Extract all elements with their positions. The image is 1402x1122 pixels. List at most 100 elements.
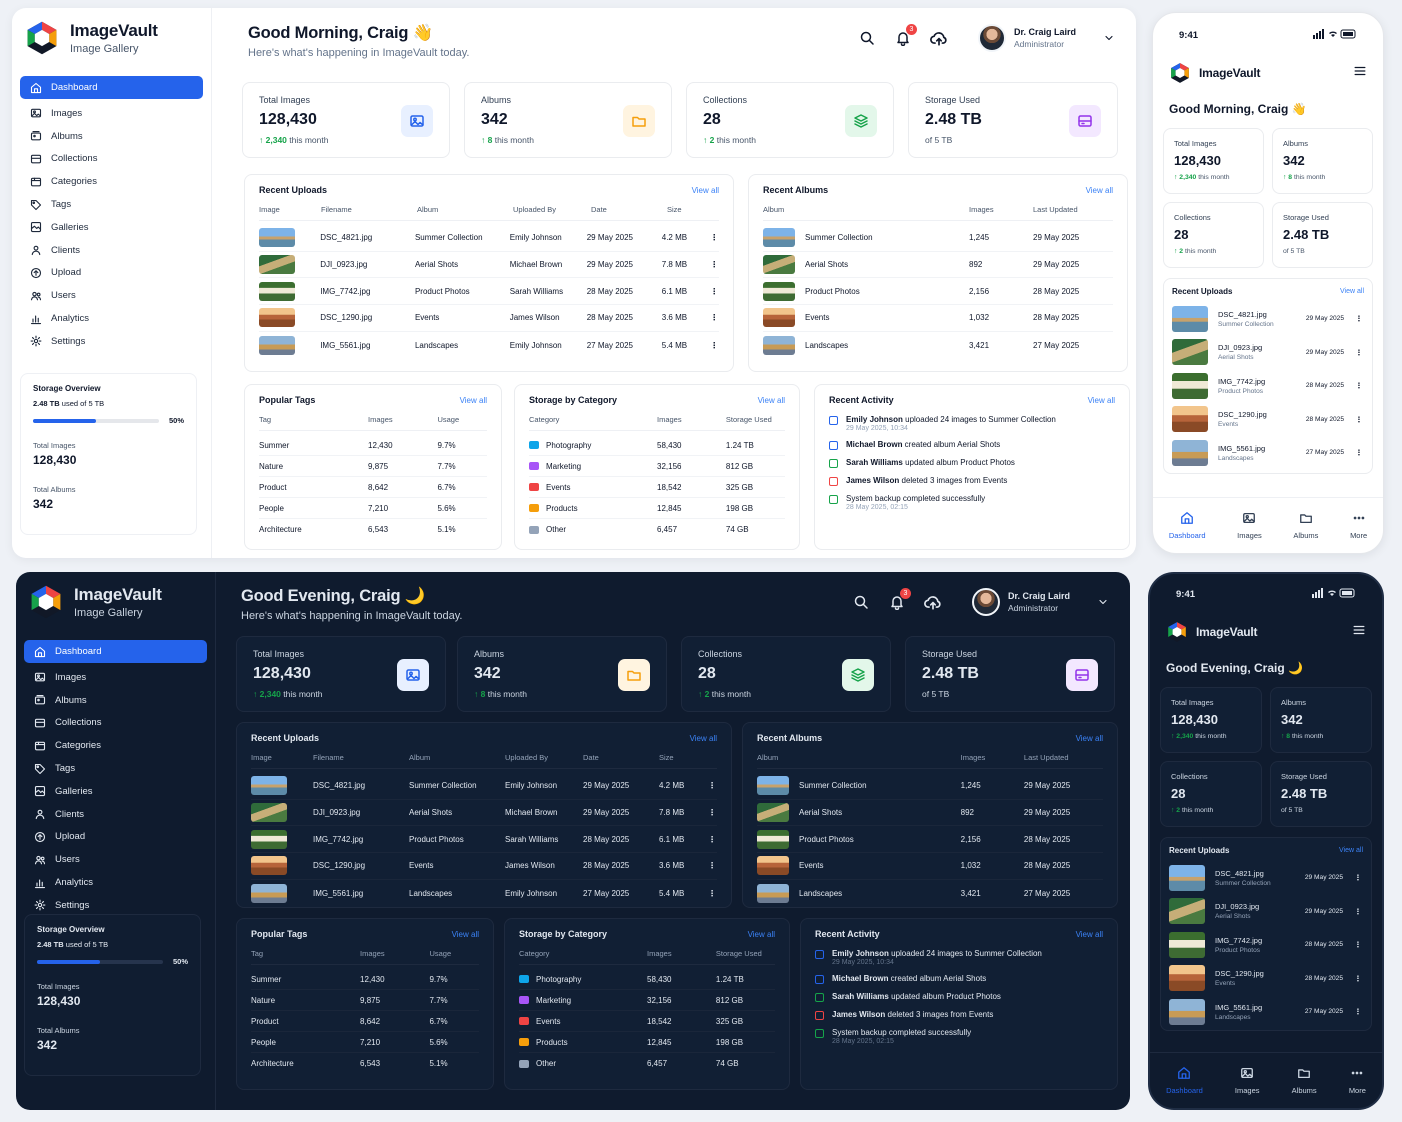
more-vertical-icon[interactable]: ⋮ xyxy=(709,233,719,242)
image-thumbnail[interactable] xyxy=(251,829,287,849)
chevron-down-icon[interactable] xyxy=(1100,29,1118,47)
activity-item[interactable]: James Wilson deleted 3 images from Event… xyxy=(829,476,1115,486)
table-row[interactable]: Marketing 32,156 812 GB xyxy=(529,456,785,477)
cloud-upload-icon[interactable] xyxy=(930,29,948,47)
album-thumbnail[interactable] xyxy=(757,856,789,876)
more-vertical-icon[interactable]: ⋮ xyxy=(1354,348,1364,357)
album-thumbnail[interactable] xyxy=(763,228,795,248)
image-thumbnail[interactable] xyxy=(1169,864,1205,891)
view-all-link[interactable]: View all xyxy=(748,930,775,939)
image-thumbnail[interactable] xyxy=(251,803,287,823)
view-all-link[interactable]: View all xyxy=(460,396,487,405)
table-row[interactable]: Summer 12,430 9.7% xyxy=(259,435,487,456)
table-row[interactable]: Aerial Shots 892 29 May 2025 xyxy=(757,800,1103,827)
more-vertical-icon[interactable]: ⋮ xyxy=(1354,314,1364,323)
album-thumbnail[interactable] xyxy=(757,829,789,849)
stat-card-storage-used[interactable]: Storage Used 2.48 TB of 5 TB xyxy=(1270,761,1372,827)
table-row[interactable]: Products 12,845 198 GB xyxy=(529,498,785,519)
sidebar-item-galleries[interactable]: Galleries xyxy=(20,216,203,239)
more-vertical-icon[interactable]: ⋮ xyxy=(707,808,717,817)
sidebar-item-images[interactable]: Images xyxy=(24,666,207,689)
album-thumbnail[interactable] xyxy=(763,281,795,301)
bottom-nav-more[interactable]: More xyxy=(1349,1066,1366,1095)
bell-icon[interactable]: 3 xyxy=(894,24,917,47)
view-all-link[interactable]: View all xyxy=(692,186,719,195)
more-vertical-icon[interactable]: ⋮ xyxy=(709,287,719,296)
activity-item[interactable]: Emily Johnson uploaded 24 images to Summ… xyxy=(829,415,1115,432)
album-thumbnail[interactable] xyxy=(757,803,789,823)
sidebar-item-categories[interactable]: Categories xyxy=(24,734,207,757)
stat-card-collections[interactable]: Collections 28 ↑ 2 this month xyxy=(686,82,894,158)
sidebar-item-analytics[interactable]: Analytics xyxy=(24,871,207,894)
sidebar-item-collections[interactable]: Collections xyxy=(20,148,203,171)
activity-item[interactable]: Emily Johnson uploaded 24 images to Summ… xyxy=(815,949,1103,966)
stat-card-albums[interactable]: Albums 342 ↑ 8 this month xyxy=(1270,687,1372,753)
stat-card-storage-used[interactable]: Storage Used 2.48 TB of 5 TB xyxy=(905,636,1115,712)
activity-item[interactable]: Michael Brown created album Aerial Shots xyxy=(829,440,1115,450)
bottom-nav-images[interactable]: Images xyxy=(1235,1066,1260,1095)
bell-icon[interactable]: 3 xyxy=(888,588,911,611)
table-row[interactable]: Products 12,845 198 GB xyxy=(519,1032,775,1053)
table-row[interactable]: Summer Collection 1,245 29 May 2025 xyxy=(757,773,1103,800)
more-vertical-icon[interactable]: ⋮ xyxy=(1354,448,1364,457)
activity-item[interactable]: System backup completed successfully 28 … xyxy=(815,1028,1103,1045)
sidebar-item-categories[interactable]: Categories xyxy=(20,170,203,193)
table-row[interactable]: Product Photos 2,156 28 May 2025 xyxy=(763,278,1113,306)
table-row[interactable]: Aerial Shots 892 29 May 2025 xyxy=(763,252,1113,279)
view-all-link[interactable]: View all xyxy=(1340,288,1364,295)
view-all-link[interactable]: View all xyxy=(1339,847,1363,854)
stat-card-total-images[interactable]: Total Images 128,430 ↑ 2,340 this month xyxy=(1163,128,1264,194)
user-menu[interactable]: Dr. Craig Laird Administrator xyxy=(971,588,1112,616)
image-thumbnail[interactable] xyxy=(251,856,287,876)
sidebar-item-clients[interactable]: Clients xyxy=(20,239,203,262)
search-icon[interactable] xyxy=(858,29,876,47)
table-row[interactable]: Photography 58,430 1.24 TB xyxy=(519,969,775,990)
more-vertical-icon[interactable]: ⋮ xyxy=(707,861,717,870)
table-row[interactable]: Summer 12,430 9.7% xyxy=(251,969,479,990)
table-row[interactable]: IMG_7742.jpg Product Photos Sarah Willia… xyxy=(251,826,717,854)
more-vertical-icon[interactable]: ⋮ xyxy=(707,835,717,844)
list-item[interactable]: IMG_7742.jpg Product Photos 28 May 2025 ⋮ xyxy=(1169,928,1363,962)
bottom-nav-albums[interactable]: Albums xyxy=(1293,511,1318,540)
table-row[interactable]: Events 1,032 28 May 2025 xyxy=(763,305,1113,332)
stat-card-albums[interactable]: Albums 342 ↑ 8 this month xyxy=(464,82,672,158)
image-thumbnail[interactable] xyxy=(1169,931,1205,958)
sidebar-item-users[interactable]: Users xyxy=(24,848,207,871)
table-row[interactable]: Nature 9,875 7.7% xyxy=(259,456,487,477)
stat-card-total-images[interactable]: Total Images 128,430 ↑ 2,340 this month xyxy=(242,82,450,158)
view-all-link[interactable]: View all xyxy=(1086,186,1113,195)
stat-card-collections[interactable]: Collections 28 ↑ 2 this month xyxy=(681,636,891,712)
sidebar-item-upload[interactable]: Upload xyxy=(20,262,203,285)
stat-card-albums[interactable]: Albums 342 ↑ 8 this month xyxy=(457,636,667,712)
view-all-link[interactable]: View all xyxy=(1076,734,1103,743)
image-thumbnail[interactable] xyxy=(1172,305,1208,332)
table-row[interactable]: Architecture 6,543 5.1% xyxy=(251,1053,479,1074)
more-vertical-icon[interactable]: ⋮ xyxy=(709,313,719,322)
user-menu[interactable]: Dr. Craig Laird Administrator xyxy=(977,24,1118,52)
table-row[interactable]: Landscapes 3,421 27 May 2025 xyxy=(763,332,1113,359)
more-vertical-icon[interactable]: ⋮ xyxy=(1354,415,1364,424)
brand[interactable]: ImageVault Image Gallery xyxy=(28,584,207,620)
more-vertical-icon[interactable]: ⋮ xyxy=(1353,907,1363,916)
table-row[interactable]: IMG_5561.jpg Landscapes Emily Johnson 27… xyxy=(251,880,717,907)
sidebar-item-tags[interactable]: Tags xyxy=(24,757,207,780)
chevron-down-icon[interactable] xyxy=(1094,593,1112,611)
search-icon[interactable] xyxy=(852,593,870,611)
table-row[interactable]: DSC_4821.jpg Summer Collection Emily Joh… xyxy=(251,773,717,800)
table-row[interactable]: Events 18,542 325 GB xyxy=(529,477,785,498)
sidebar-item-users[interactable]: Users xyxy=(20,284,203,307)
table-row[interactable]: People 7,210 5.6% xyxy=(251,1032,479,1053)
view-all-link[interactable]: View all xyxy=(690,734,717,743)
sidebar-item-collections[interactable]: Collections xyxy=(24,712,207,735)
image-thumbnail[interactable] xyxy=(259,281,295,301)
activity-item[interactable]: Sarah Williams updated album Product Pho… xyxy=(829,458,1115,468)
sidebar-item-dashboard[interactable]: Dashboard xyxy=(24,640,207,663)
table-row[interactable]: Events 18,542 325 GB xyxy=(519,1011,775,1032)
table-row[interactable]: People 7,210 5.6% xyxy=(259,498,487,519)
stat-card-collections[interactable]: Collections 28 ↑ 2 this month xyxy=(1160,761,1262,827)
image-thumbnail[interactable] xyxy=(1169,898,1205,925)
list-item[interactable]: DJI_0923.jpg Aerial Shots 29 May 2025 ⋮ xyxy=(1172,336,1364,370)
list-item[interactable]: IMG_5561.jpg Landscapes 27 May 2025 ⋮ xyxy=(1169,995,1363,1029)
image-thumbnail[interactable] xyxy=(251,776,287,796)
more-vertical-icon[interactable]: ⋮ xyxy=(1353,974,1363,983)
